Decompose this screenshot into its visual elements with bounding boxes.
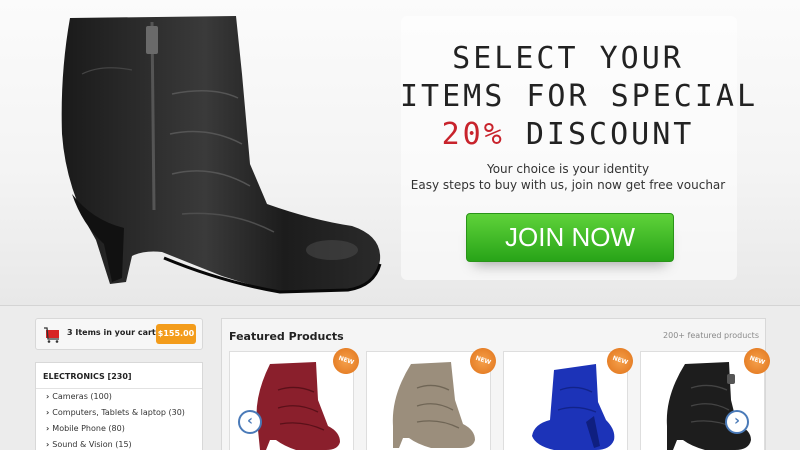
shopping-cart-icon [44,327,59,343]
carousel-prev-button[interactable]: ‹ [238,410,262,434]
chevron-right-icon: › [46,440,50,449]
discount-percent: 20% [441,117,505,152]
category-item-mobile-phone[interactable]: › Mobile Phone (80) [36,421,202,437]
headline-line-1: SELECT YOUR [452,41,684,76]
chevron-right-icon: › [46,424,50,433]
product-image-taupe-boot [392,362,475,448]
cart-price-badge[interactable]: $155.00 [156,324,196,344]
category-item-label: Cameras (100) [52,392,112,401]
category-item-label: Computers, Tablets & laptop (30) [52,408,185,417]
category-panel: ELECTRONICS [230] › Cameras (100) › Comput… [35,362,203,450]
cart-summary[interactable]: 3 Items in your cart $155.00 [35,318,203,350]
headline-line-3: 20% DISCOUNT [400,116,736,154]
product-image-blue-boot [532,364,615,450]
product-image-black-boot [666,362,751,450]
featured-products: Featured Products 200+ featured products… [221,318,774,450]
product-card[interactable]: NEW [640,344,774,450]
chevron-right-icon: › [46,408,50,417]
product-card[interactable]: NEW [366,344,500,450]
headline-line-2: ITEMS FOR SPECIAL [400,79,759,114]
category-item-label: Sound & Vision (15) [52,440,132,449]
subtitle-line-1: Your choice is your identity [486,162,650,176]
category-item-computers[interactable]: › Computers, Tablets & laptop (30) [36,405,202,421]
featured-count: 200+ featured products [663,331,759,340]
discount-word: DISCOUNT [504,117,695,152]
subtitle-line-2: Easy steps to buy with us, join now get … [410,178,726,192]
category-item-label: Mobile Phone (80) [52,424,125,433]
category-header[interactable]: ELECTRONICS [230] [36,363,202,389]
hero-boot-image [61,16,382,294]
chevron-right-icon: › [46,392,50,401]
product-card[interactable]: NEW [503,344,637,450]
product-card[interactable]: NEW [229,344,363,450]
category-item-cameras[interactable]: › Cameras (100) [36,389,202,405]
chevron-right-icon: › [734,413,740,429]
cart-items-text: 3 Items in your cart [67,328,156,337]
carousel-next-button[interactable]: › [725,410,749,434]
category-item-sound-vision[interactable]: › Sound & Vision (15) [36,437,202,450]
product-image-burgundy-boot [256,362,340,450]
chevron-left-icon: ‹ [247,413,253,429]
hero-banner: SELECT YOUR ITEMS FOR SPECIAL 20% DISCOU… [0,0,800,306]
featured-title: Featured Products [229,330,344,343]
hero-headline: SELECT YOUR ITEMS FOR SPECIAL 20% DISCOU… [400,40,759,154]
join-now-button[interactable]: JOIN NOW [466,213,674,262]
hero-subtitle: Your choice is your identity Easy steps … [400,161,736,193]
